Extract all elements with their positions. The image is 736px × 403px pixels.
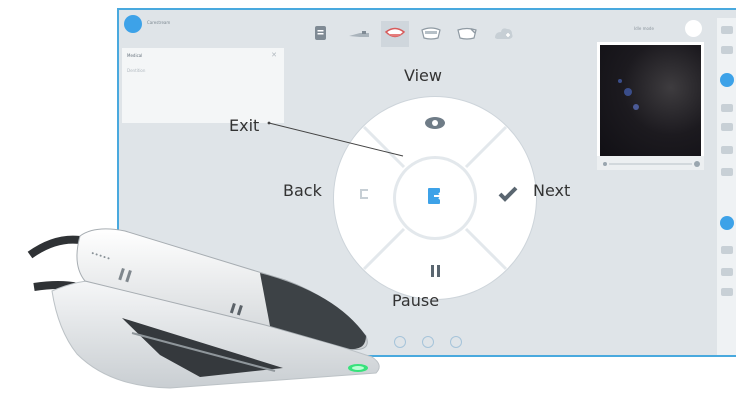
intraoral-scanner: ••••• (0, 195, 400, 399)
